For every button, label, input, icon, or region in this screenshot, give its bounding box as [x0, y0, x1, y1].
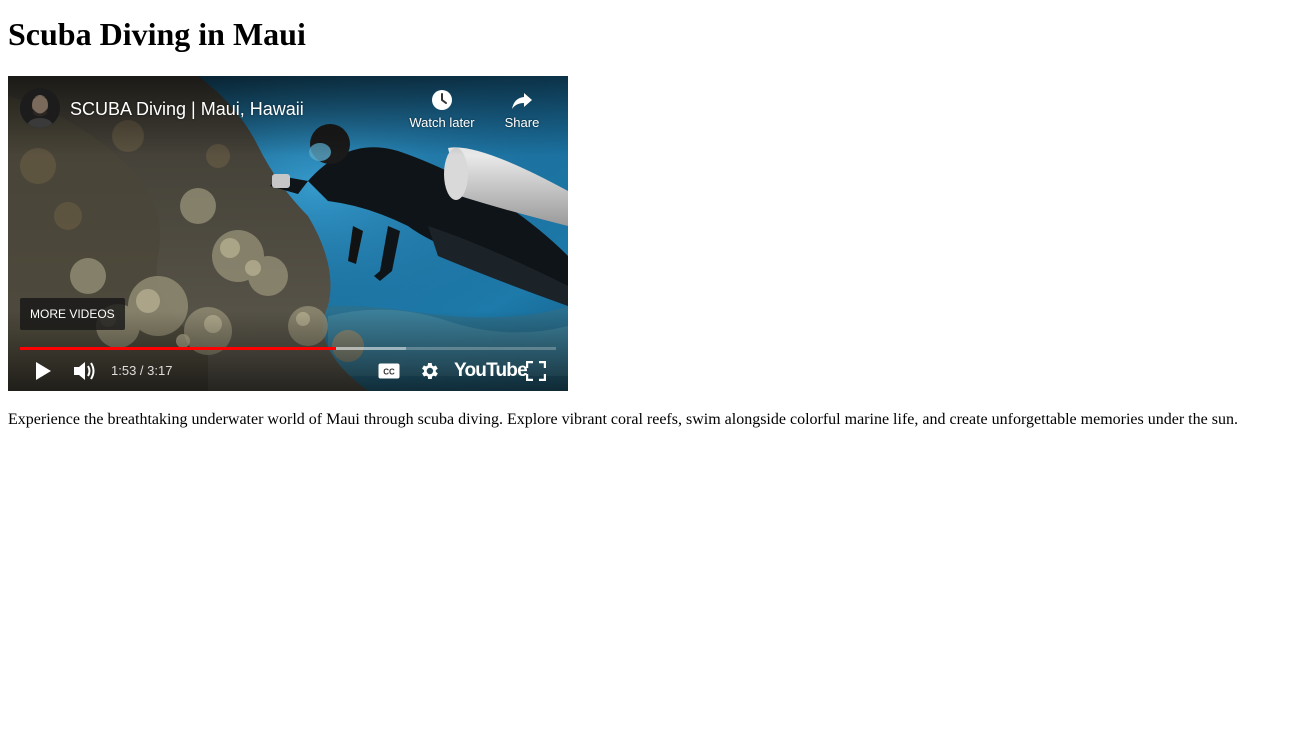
play-icon [36, 362, 51, 380]
play-button[interactable] [28, 357, 58, 385]
channel-avatar[interactable] [20, 88, 60, 128]
captions-button[interactable]: CC [374, 357, 404, 385]
share-label: Share [504, 115, 540, 130]
clock-icon [430, 88, 454, 112]
video-player[interactable]: SCUBA Diving | Maui, Hawaii Watch later … [8, 76, 568, 391]
watch-later-label: Watch later [409, 115, 475, 130]
share-arrow-icon [510, 88, 534, 112]
share-button[interactable]: Share [482, 88, 562, 131]
more-videos-button[interactable]: MORE VIDEOS [20, 298, 125, 330]
progress-bar[interactable] [20, 347, 556, 350]
video-title[interactable]: SCUBA Diving | Maui, Hawaii [70, 98, 304, 120]
time-display: 1:53 / 3:17 [111, 363, 173, 378]
volume-icon [74, 362, 95, 380]
settings-button[interactable] [414, 357, 444, 385]
fullscreen-icon [526, 361, 546, 381]
svg-text:CC: CC [383, 368, 395, 377]
page-description: Experience the breathtaking underwater w… [8, 411, 1238, 428]
fullscreen-button[interactable] [521, 357, 551, 385]
gear-icon [422, 363, 438, 379]
progress-played [20, 347, 337, 350]
page-title: Scuba Diving in Maui [8, 16, 306, 52]
volume-button[interactable] [70, 357, 100, 385]
youtube-logo[interactable]: YouTube [454, 359, 528, 383]
watch-later-button[interactable]: Watch later [402, 88, 482, 131]
captions-icon: CC [378, 363, 400, 379]
